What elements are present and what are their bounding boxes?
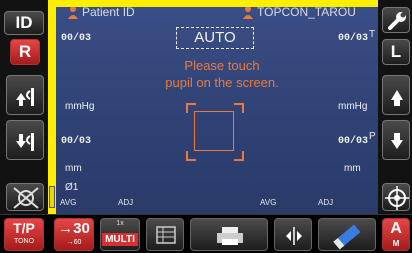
settings-button[interactable] xyxy=(382,7,410,33)
t-marker: T xyxy=(369,29,376,40)
target-button[interactable] xyxy=(382,183,410,211)
auto-manual-button[interactable]: A M xyxy=(382,218,410,251)
left-avg-label: AVG xyxy=(260,198,277,207)
data-list-button[interactable] xyxy=(146,218,184,251)
target-corner xyxy=(186,151,196,161)
patient-id-field[interactable]: Patient ID xyxy=(66,7,135,19)
id-button[interactable]: ID xyxy=(4,11,44,35)
move-up-left-button[interactable] xyxy=(6,75,44,115)
right-mm-unit: mm xyxy=(65,163,82,174)
move-up-right-button[interactable] xyxy=(382,75,410,115)
right-eye-label: R xyxy=(18,42,32,61)
threshold-main-value: 30 xyxy=(73,220,90,237)
multi-label: MULTI xyxy=(102,233,138,246)
move-down-left-button[interactable] xyxy=(6,120,44,160)
multi-count: 1x xyxy=(116,220,124,227)
right-pressure-unit: mmHg xyxy=(65,101,95,112)
crosshair-icon xyxy=(385,186,409,210)
patient-id-label: Patient ID xyxy=(82,7,135,19)
tp-label: T/P xyxy=(13,220,35,236)
pupil-target[interactable] xyxy=(186,103,244,161)
move-down-right-button[interactable] xyxy=(382,120,410,160)
alignment-slider[interactable] xyxy=(49,186,55,208)
eraser-icon xyxy=(333,224,361,250)
alignment-bar-top xyxy=(48,0,378,7)
arrow-up-icon xyxy=(391,90,403,106)
right-adj-label: ADJ xyxy=(118,198,134,207)
person-icon xyxy=(68,7,78,19)
tono-label: TONO xyxy=(13,238,35,245)
wrench-icon xyxy=(388,12,406,30)
instruction-line-1: Please touch xyxy=(184,58,260,73)
alignment-button[interactable] xyxy=(274,218,312,251)
table-icon xyxy=(156,226,176,244)
auto-mode-indicator[interactable]: AUTO xyxy=(176,27,254,49)
alignment-bar-left xyxy=(48,0,56,214)
tono-pachy-button[interactable]: T/P TONO xyxy=(4,218,44,251)
pupil-value: Ø1 xyxy=(65,182,79,193)
threshold-button[interactable]: →30 →60 xyxy=(54,218,94,251)
target-frame xyxy=(194,111,234,151)
printer-icon xyxy=(217,227,243,245)
left-adj-label: ADJ xyxy=(318,198,334,207)
arrow-down-eye-icon xyxy=(16,133,34,151)
left-eye-label: L xyxy=(390,42,402,61)
threshold-sub-value: 60 xyxy=(73,239,82,246)
target-corner xyxy=(234,151,244,161)
a-label: A xyxy=(390,220,402,237)
person-icon xyxy=(243,7,253,19)
left-eye-button[interactable]: L xyxy=(382,39,410,65)
m-label: M xyxy=(392,239,400,248)
camera-view[interactable]: Patient ID TOPCON_TAROU 00/03 00/03 T AU… xyxy=(56,7,378,214)
split-arrow-icon xyxy=(286,227,302,245)
operator-field[interactable]: TOPCON_TAROU xyxy=(241,7,356,19)
left-mm-unit: mm xyxy=(344,163,361,174)
bottom-toolbar: T/P TONO →30 →60 1x MULTI A M xyxy=(0,214,412,253)
id-button-label: ID xyxy=(15,13,33,32)
right-measure-count: 00/03 xyxy=(61,33,92,44)
right-avg-label: AVG xyxy=(60,198,77,207)
crosshair-eye-icon xyxy=(13,187,39,209)
measure-position-button[interactable] xyxy=(6,183,44,211)
auto-mode-label: AUTO xyxy=(194,29,236,46)
print-button[interactable] xyxy=(190,218,268,251)
instruction-line-2: pupil on the screen. xyxy=(165,75,279,90)
multi-mode-button[interactable]: 1x MULTI xyxy=(100,218,140,251)
arrow-down-icon xyxy=(391,133,403,149)
right-eye-button[interactable]: R xyxy=(10,39,40,65)
clear-button[interactable] xyxy=(318,218,376,251)
p-marker: P xyxy=(369,131,376,142)
operator-name: TOPCON_TAROU xyxy=(257,7,356,19)
left-pressure-unit: mmHg xyxy=(338,101,368,112)
arrow-up-eye-icon xyxy=(16,88,34,106)
right-pressure-count: 00/03 xyxy=(61,136,92,147)
left-pressure-count: 00/03 xyxy=(338,136,369,147)
target-corner xyxy=(234,103,244,113)
left-measure-count: 00/03 xyxy=(338,33,369,44)
